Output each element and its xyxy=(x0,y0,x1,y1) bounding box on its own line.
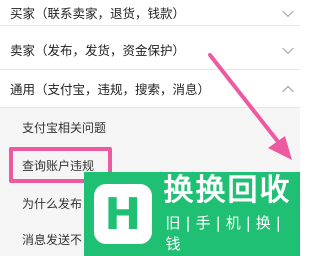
faq-item-label: 卖家（发布，发货，资金保护） xyxy=(10,43,186,58)
faq-item-seller[interactable]: 卖家（发布，发货，资金保护） xyxy=(0,30,300,70)
faq-item-label: 通用（支付宝，违规，搜索，消息） xyxy=(10,82,211,97)
chevron-up-icon xyxy=(282,85,294,97)
watermark-subtitle: 旧 | 手 | 机 | 换 |钱 xyxy=(165,214,284,253)
faq-item-label: 买家（联系卖家，退货，钱款） xyxy=(10,6,186,21)
sub-item-label: 为什么发布 xyxy=(22,196,83,211)
sub-item-label: 消息发送不 xyxy=(22,232,83,247)
watermark-banner: H 换换回收 旧 | 手 | 机 | 换 |钱 xyxy=(84,172,300,256)
brand-logo: H xyxy=(94,184,152,244)
sub-item-label: 支付宝相关问题 xyxy=(22,120,107,135)
sub-item-alipay[interactable]: 支付宝相关问题 xyxy=(0,108,300,146)
faq-item-buyer[interactable]: 买家（联系卖家，退货，钱款） xyxy=(0,0,300,26)
chevron-down-icon xyxy=(282,42,294,54)
chevron-down-icon xyxy=(282,5,294,17)
watermark-title: 换换回收 xyxy=(163,173,292,208)
faq-item-general[interactable]: 通用（支付宝，违规，搜索，消息） xyxy=(0,70,300,108)
